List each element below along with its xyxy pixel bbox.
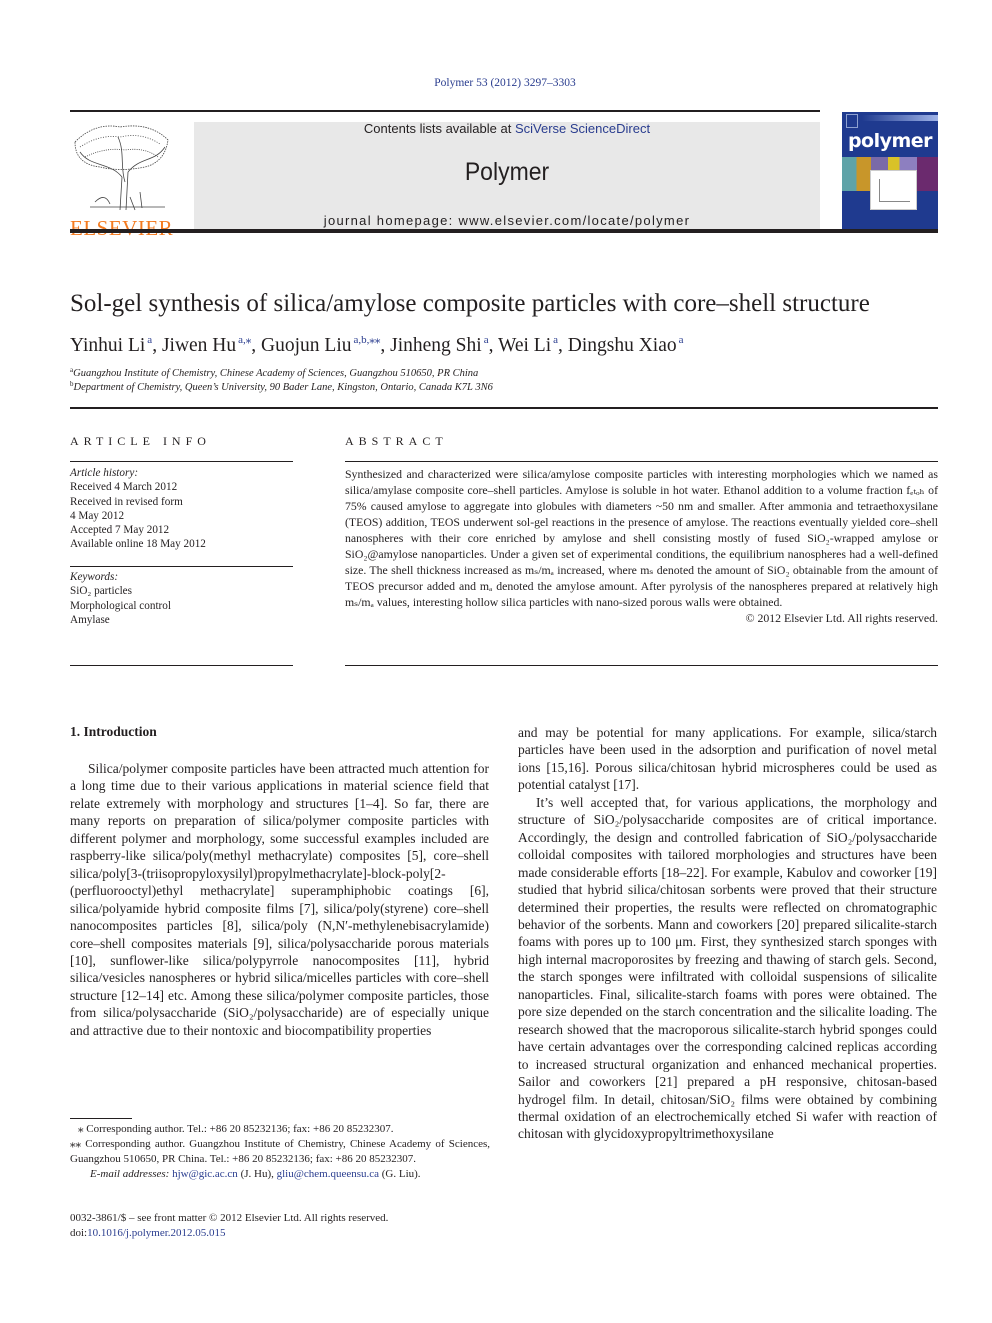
journal-homepage[interactable]: journal homepage: www.elsevier.com/locat… bbox=[194, 213, 820, 228]
contents-line: Contents lists available at SciVerse Sci… bbox=[194, 122, 820, 136]
history-item: Received 4 March 2012 bbox=[70, 481, 178, 494]
article-info-bottom-rule bbox=[70, 665, 293, 666]
author-affil-mark[interactable]: a bbox=[553, 334, 558, 346]
body-paragraph: and may be potential for many applicatio… bbox=[518, 725, 937, 793]
history-label: Article history: bbox=[70, 467, 139, 479]
author-name: Jinheng Shi bbox=[390, 335, 482, 356]
author-affil-mark[interactable]: a bbox=[147, 334, 152, 346]
cover-plot-icon bbox=[870, 170, 917, 210]
history-item: Accepted 7 May 2012 bbox=[70, 524, 170, 537]
keywords: Keywords: SiO₂ particles Morphological c… bbox=[70, 570, 293, 627]
keyword-item: Morphological control bbox=[70, 599, 171, 612]
author-name: Guojun Liu bbox=[261, 335, 352, 356]
footnote-emails: E-mail addresses: hjw@gic.ac.cn (J. Hu),… bbox=[70, 1167, 490, 1182]
footnote-corresponding-1: ⁎ Corresponding author. Tel.: +86 20 852… bbox=[78, 1123, 394, 1135]
email-owner: (J. Hu), bbox=[237, 1168, 277, 1180]
author-affil-mark[interactable]: a,⁎ bbox=[238, 334, 251, 346]
doi-prefix: doi: bbox=[70, 1227, 88, 1239]
abstract-body: Synthesized and characterized were silic… bbox=[345, 466, 938, 626]
elsevier-tree-icon bbox=[74, 125, 169, 211]
abstract-copyright: © 2012 Elsevier Ltd. All rights reserved… bbox=[745, 611, 938, 625]
footnote-corresponding-2: ⁎⁎ Corresponding author. Guangzhou Insti… bbox=[70, 1138, 490, 1165]
section-heading-introduction: 1. Introduction bbox=[70, 724, 157, 739]
email-link-hu[interactable]: hjw@gic.ac.cn bbox=[172, 1168, 238, 1180]
article-history: Article history: Received 4 March 2012 R… bbox=[70, 466, 293, 552]
abstract-rule bbox=[345, 461, 938, 462]
front-matter: 0032-3861/$ – see front matter © 2012 El… bbox=[70, 1211, 510, 1241]
author-name: Yinhui Li bbox=[70, 335, 146, 356]
email-owner: (G. Liu). bbox=[379, 1168, 421, 1180]
author[interactable]: Wei Li a bbox=[498, 334, 558, 356]
journal-banner: Contents lists available at SciVerse Sci… bbox=[194, 122, 820, 230]
article-info-heading: ARTICLE INFO bbox=[70, 434, 211, 448]
author[interactable]: Jinheng Shi a bbox=[390, 334, 489, 356]
elsevier-wordmark: ELSEVIER bbox=[70, 216, 174, 240]
author[interactable]: Yinhui Li a bbox=[70, 334, 152, 356]
cover-elsevier-badge-icon bbox=[846, 114, 858, 128]
article-info-rule bbox=[70, 461, 293, 462]
author-affil-mark[interactable]: a bbox=[484, 334, 489, 346]
history-item: Available online 18 May 2012 bbox=[70, 538, 206, 551]
sciencedirect-link[interactable]: SciVerse ScienceDirect bbox=[515, 121, 650, 136]
author-list: Yinhui Li a, Jiwen Hu a,⁎, Guojun Liu a,b,⁎… bbox=[70, 334, 684, 356]
header-top-rule bbox=[70, 110, 820, 112]
author[interactable]: Jiwen Hu a,⁎ bbox=[161, 334, 251, 356]
footnotes: ⁎ Corresponding author. Tel.: +86 20 852… bbox=[70, 1122, 490, 1182]
body-column-left: Silica/polymer composite particles have … bbox=[70, 760, 489, 1039]
author-affil-mark[interactable]: a,b,⁎⁎ bbox=[354, 334, 381, 346]
cover-bar bbox=[862, 115, 938, 121]
affiliation-text: Department of Chemistry, Queen’s Univers… bbox=[73, 382, 493, 393]
header-bottom-rule bbox=[70, 229, 938, 233]
front-matter-text: 0032-3861/$ – see front matter © 2012 El… bbox=[70, 1212, 389, 1224]
doi-link[interactable]: 10.1016/j.polymer.2012.05.015 bbox=[87, 1227, 225, 1239]
footnote-rule bbox=[70, 1118, 132, 1119]
journal-cover[interactable]: polymer bbox=[842, 112, 938, 230]
history-item: 4 May 2012 bbox=[70, 509, 125, 522]
keyword-item: SiO₂ particles bbox=[70, 585, 133, 598]
author[interactable]: Guojun Liu a,b,⁎⁎ bbox=[261, 334, 381, 356]
elsevier-logo[interactable]: ELSEVIER bbox=[70, 122, 173, 239]
body-column-right: and may be potential for many applicatio… bbox=[518, 724, 937, 1143]
author-affil-mark[interactable]: a bbox=[679, 334, 684, 346]
journal-title: Polymer bbox=[464, 158, 550, 186]
body-paragraph: Silica/polymer composite particles have … bbox=[70, 761, 489, 1038]
email-label: E-mail addresses: bbox=[90, 1168, 170, 1180]
article-title: Sol-gel synthesis of silica/amylose comp… bbox=[70, 290, 870, 317]
journal-citation[interactable]: Polymer 53 (2012) 3297–3303 bbox=[0, 77, 992, 89]
abstract-bottom-rule bbox=[345, 665, 938, 666]
author-name: Dingshu Xiao bbox=[567, 335, 677, 356]
keyword-item: Amylase bbox=[70, 613, 110, 626]
affiliation-b: bDepartment of Chemistry, Queen’s Univer… bbox=[70, 380, 493, 393]
affiliation-text: Guangzhou Institute of Chemistry, Chines… bbox=[73, 368, 479, 379]
abstract-text: Synthesized and characterized were silic… bbox=[345, 467, 938, 609]
abstract-heading: ABSTRACT bbox=[345, 434, 448, 448]
author[interactable]: Dingshu Xiao a bbox=[567, 334, 684, 356]
cover-title: polymer bbox=[847, 130, 933, 152]
doi-line: doi:10.1016/j.polymer.2012.05.015 bbox=[70, 1226, 510, 1241]
keywords-label: Keywords: bbox=[70, 571, 119, 583]
author-name: Wei Li bbox=[498, 335, 552, 356]
body-paragraph: It’s well accepted that, for various app… bbox=[518, 794, 937, 1142]
keywords-rule bbox=[70, 566, 293, 567]
affiliation-a: aGuangzhou Institute of Chemistry, Chine… bbox=[70, 366, 478, 379]
email-link-liu[interactable]: gliu@chem.queensu.ca bbox=[277, 1168, 379, 1180]
history-item: Received in revised form bbox=[70, 495, 183, 508]
title-block-rule bbox=[70, 407, 938, 409]
author-name: Jiwen Hu bbox=[161, 335, 237, 356]
contents-prefix: Contents lists available at bbox=[363, 121, 515, 136]
